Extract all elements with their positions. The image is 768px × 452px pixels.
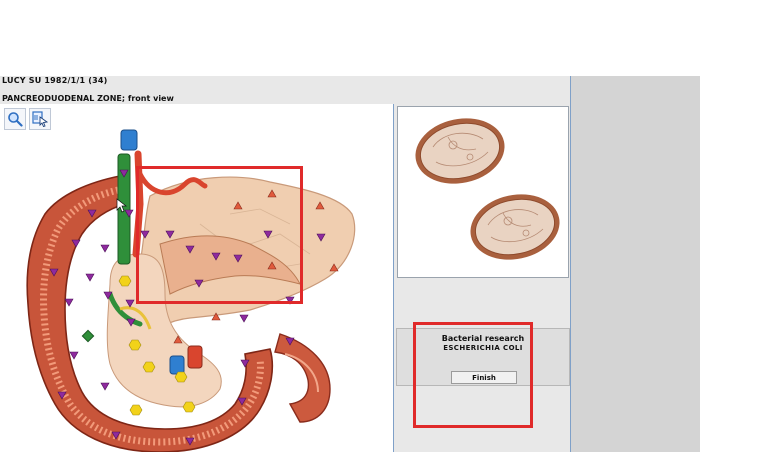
bacteria-view <box>397 106 569 278</box>
app-window: LUCY SU 1982/1/1 (34) PANCREODUODENAL ZO… <box>0 76 700 452</box>
highlight-box-info <box>413 322 533 428</box>
highlight-box-pancreas <box>136 166 303 304</box>
right-panel <box>570 76 700 452</box>
anatomy-view[interactable] <box>0 104 394 452</box>
bacteria-illustration <box>415 118 560 260</box>
zone-title: PANCREODUODENAL ZONE; front view <box>2 94 174 103</box>
patient-info: LUCY SU 1982/1/1 (34) <box>2 76 108 85</box>
